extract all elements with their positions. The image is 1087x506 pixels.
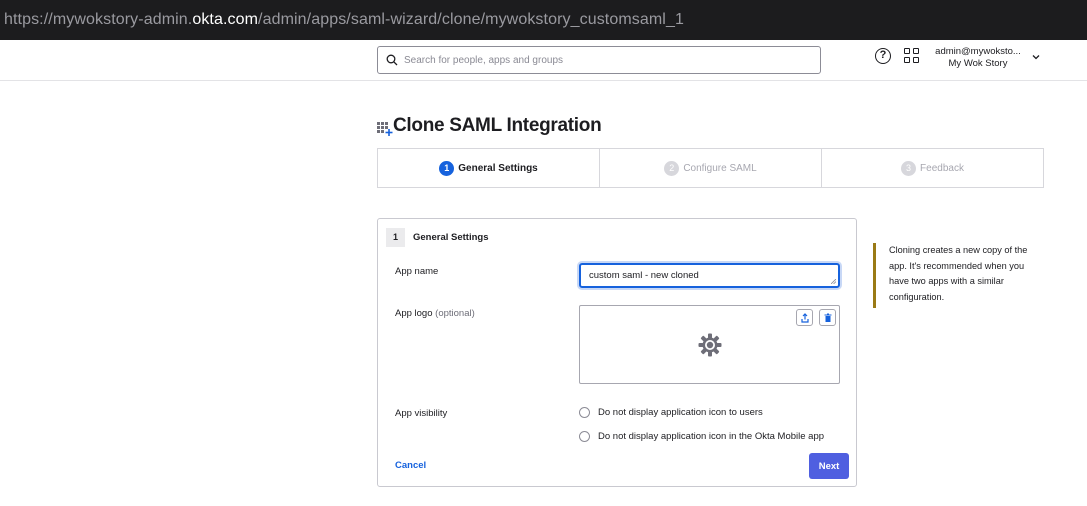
app-name-field[interactable] bbox=[579, 263, 840, 288]
page-title: Clone SAML Integration bbox=[393, 115, 602, 136]
search-icon bbox=[386, 54, 398, 66]
info-note: Cloning creates a new copy of the app. I… bbox=[873, 243, 1045, 308]
search-input[interactable] bbox=[404, 50, 814, 70]
step-number: 1 bbox=[439, 160, 455, 176]
chevron-down-icon[interactable] bbox=[1031, 52, 1041, 62]
wizard-steps: 1 General Settings 2 Configure SAML 3 Fe… bbox=[377, 148, 1044, 188]
step-number: 3 bbox=[901, 160, 917, 176]
step-general-settings[interactable]: 1 General Settings bbox=[378, 149, 600, 187]
upload-icon bbox=[801, 313, 809, 323]
checkbox-box[interactable] bbox=[579, 431, 590, 442]
checkbox-label: Do not display application icon in the O… bbox=[598, 431, 825, 442]
app-logo-label: App logo (optional) bbox=[395, 308, 475, 319]
help-icon[interactable]: ? bbox=[875, 48, 891, 64]
app-name-input[interactable] bbox=[581, 265, 838, 286]
checkbox-box[interactable] bbox=[579, 407, 590, 418]
gear-icon bbox=[698, 333, 722, 357]
app-logo-dropzone[interactable] bbox=[579, 305, 840, 384]
search-box[interactable] bbox=[377, 46, 821, 74]
app-grid-plus-icon bbox=[377, 122, 393, 136]
user-email: admin@mywoksto... bbox=[935, 46, 1021, 57]
browser-url[interactable]: https://mywokstory-admin.okta.com/admin/… bbox=[4, 11, 684, 29]
user-org: My Wok Story bbox=[948, 58, 1008, 69]
step-configure-saml[interactable]: 2 Configure SAML bbox=[600, 149, 822, 187]
apps-grid-icon[interactable] bbox=[904, 48, 920, 64]
section-number-badge: 1 bbox=[386, 227, 405, 247]
app-name-label: App name bbox=[395, 266, 439, 277]
next-button[interactable]: Next bbox=[809, 453, 849, 479]
app-visibility-label: App visibility bbox=[395, 408, 448, 419]
user-menu[interactable]: admin@mywoksto... My Wok Story bbox=[928, 46, 1028, 70]
checkbox-label: Do not display application icon to users bbox=[598, 407, 763, 418]
step-label: Feedback bbox=[920, 162, 964, 174]
step-feedback[interactable]: 3 Feedback bbox=[822, 149, 1043, 187]
step-number: 2 bbox=[664, 160, 680, 176]
browser-url-bar[interactable]: https://mywokstory-admin.okta.com/admin/… bbox=[0, 0, 1087, 40]
card-header: 1 General Settings bbox=[386, 227, 489, 247]
delete-logo-button[interactable] bbox=[819, 309, 836, 326]
upload-logo-button[interactable] bbox=[796, 309, 813, 326]
step-label: General Settings bbox=[458, 162, 538, 174]
general-settings-card: 1 General Settings App name App logo (op… bbox=[377, 218, 857, 487]
hide-icon-mobile-checkbox[interactable]: Do not display application icon in the O… bbox=[579, 431, 824, 442]
resize-handle-icon[interactable] bbox=[831, 279, 836, 284]
hide-icon-users-checkbox[interactable]: Do not display application icon to users bbox=[579, 407, 763, 418]
optional-text: (optional) bbox=[435, 308, 475, 319]
section-title: General Settings bbox=[413, 231, 489, 243]
app-logo-label-text: App logo bbox=[395, 308, 433, 319]
top-header: ? admin@mywoksto... My Wok Story bbox=[0, 40, 1087, 81]
step-label: Configure SAML bbox=[683, 162, 757, 174]
cancel-button[interactable]: Cancel bbox=[395, 460, 426, 471]
trash-icon bbox=[824, 313, 832, 322]
